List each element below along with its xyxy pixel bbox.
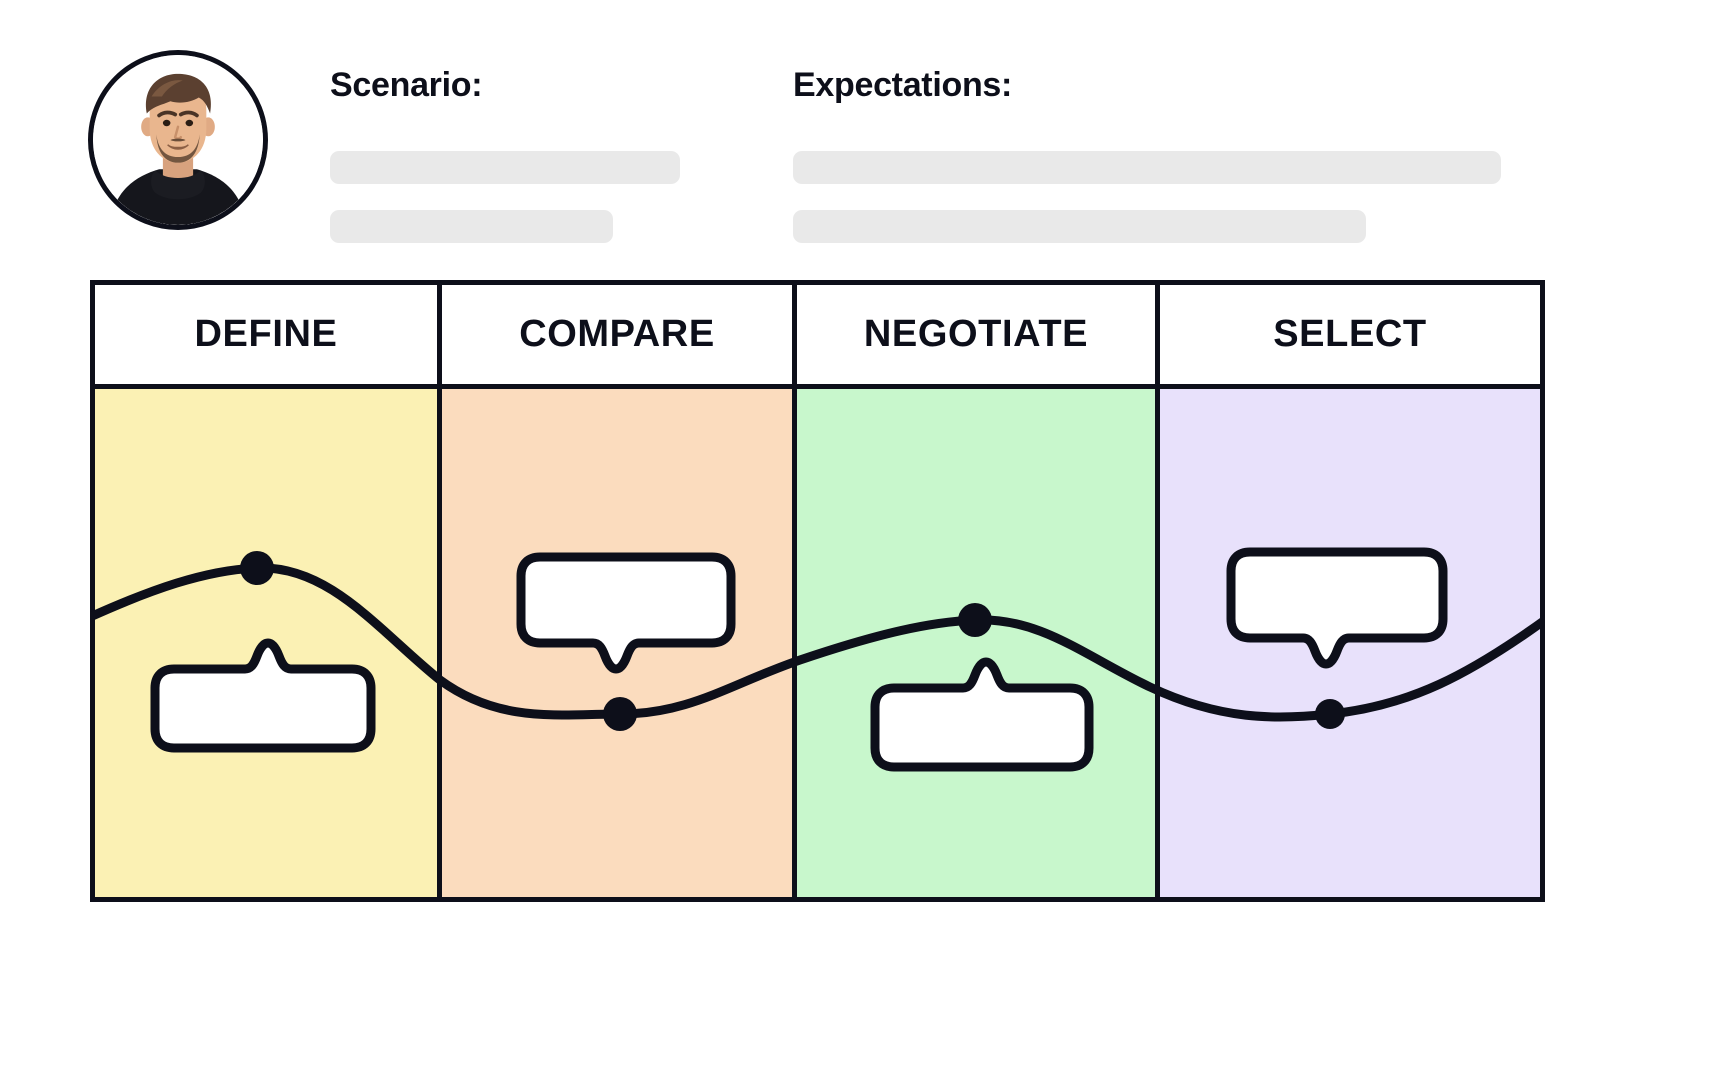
avatar-portrait-icon — [93, 55, 263, 225]
column-header-compare-label: COMPARE — [519, 313, 715, 355]
expectations-field-group: Expectations: — [793, 68, 1501, 243]
column-header-define-label: DEFINE — [194, 313, 338, 355]
column-header-negotiate[interactable]: NEGOTIATE — [797, 285, 1160, 384]
column-header-compare[interactable]: COMPARE — [442, 285, 797, 384]
user-avatar[interactable] — [88, 50, 268, 230]
journey-board: DEFINE COMPARE NEGOTIATE SELECT — [90, 280, 1545, 902]
column-body-define[interactable] — [95, 389, 442, 897]
expectations-label: Expectations: — [793, 66, 1013, 104]
board-body-row — [90, 384, 1545, 902]
column-body-compare[interactable] — [442, 389, 797, 897]
column-header-select[interactable]: SELECT — [1160, 285, 1540, 384]
scenario-placeholder-line-2[interactable] — [330, 210, 613, 243]
header-zone: Scenario: Expectations: — [0, 0, 1728, 280]
column-header-negotiate-label: NEGOTIATE — [863, 313, 1089, 355]
column-body-select[interactable] — [1160, 389, 1540, 897]
column-header-define[interactable]: DEFINE — [95, 285, 442, 384]
slide-canvas: Scenario: Expectations: DEFINE COMPARE N… — [0, 0, 1728, 1080]
scenario-placeholder-line-1[interactable] — [330, 151, 680, 184]
board-header-row: DEFINE COMPARE NEGOTIATE SELECT — [90, 280, 1545, 388]
scenario-label: Scenario: — [330, 66, 483, 104]
scenario-field-group: Scenario: — [330, 68, 680, 243]
column-body-negotiate[interactable] — [797, 389, 1160, 897]
expectations-placeholder-line-2[interactable] — [793, 210, 1366, 243]
column-header-select-label: SELECT — [1273, 313, 1427, 355]
expectations-placeholder-line-1[interactable] — [793, 151, 1501, 184]
